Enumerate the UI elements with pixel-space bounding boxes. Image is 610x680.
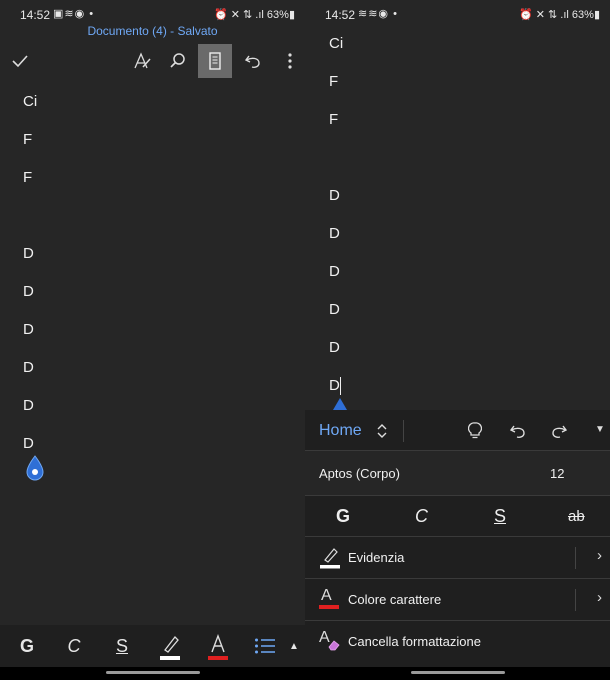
chevron-right-icon[interactable]: › [597, 547, 602, 564]
strikethrough-button[interactable]: ab [568, 508, 585, 525]
lightbulb-icon[interactable] [468, 422, 482, 440]
tab-switch-icon[interactable] [376, 422, 388, 440]
italic-button[interactable]: C [415, 506, 428, 527]
cursor-handle-icon[interactable] [26, 455, 44, 481]
doc-line[interactable]: D [23, 397, 34, 414]
clear-format-label: Cancella formattazione [348, 634, 481, 649]
font-name[interactable]: Aptos (Corpo) [319, 466, 400, 481]
home-gesture-pill[interactable] [105, 671, 200, 674]
right-screen: 14:52 ≋≋◉ • ⏰ ✕ ⇅ .ıl 63%▮ Ci F F D D D … [305, 0, 610, 680]
bottom-format-bar: G C S ▲ [0, 625, 305, 667]
collapse-ribbon-icon[interactable]: ▼ [595, 424, 605, 435]
font-color-label: Colore carattere [348, 592, 442, 607]
undo-icon[interactable] [509, 422, 527, 440]
redo-icon[interactable] [550, 422, 568, 440]
divider [575, 547, 576, 569]
done-check-icon[interactable] [3, 44, 37, 78]
italic-button[interactable]: C [57, 625, 91, 667]
eraser-icon [328, 640, 340, 651]
ribbon-tab-home[interactable]: Home [319, 422, 362, 440]
formatting-ribbon: Home ▼ Aptos (Corpo) 12 G C S ab Evidenz… [305, 410, 610, 667]
search-icon[interactable] [161, 44, 195, 78]
font-color-icon [208, 634, 228, 660]
font-row[interactable]: Aptos (Corpo) 12 [305, 451, 610, 495]
font-color-button[interactable] [201, 625, 235, 667]
highlighter-icon [160, 636, 180, 660]
doc-line[interactable]: D [329, 301, 340, 318]
system-icons: ⏰ ✕ ⇅ .ıl 63%▮ [213, 9, 295, 21]
navigation-bar [305, 667, 610, 680]
doc-line[interactable]: F [329, 73, 338, 90]
doc-line[interactable]: D [329, 263, 340, 280]
doc-line[interactable]: D [329, 187, 340, 204]
text-cursor [340, 377, 341, 395]
doc-line[interactable]: F [329, 111, 338, 128]
doc-line[interactable]: F [23, 131, 32, 148]
status-time: 14:52 [325, 8, 356, 22]
battery-text: 63% [571, 9, 594, 21]
doc-line[interactable]: D [23, 359, 34, 376]
doc-line[interactable]: Ci [329, 35, 343, 52]
highlight-button[interactable] [153, 625, 187, 667]
mobile-view-icon[interactable] [198, 44, 232, 78]
home-gesture-pill[interactable] [410, 671, 505, 674]
doc-line[interactable]: D [23, 321, 34, 338]
more-options-icon[interactable] [273, 44, 305, 78]
highlighter-icon [320, 548, 340, 569]
divider [575, 589, 576, 611]
system-icons: ⏰ ✕ ⇅ .ıl 63%▮ [518, 9, 600, 21]
left-screen: 14:52 ▣≋◉ • ⏰ ✕ ⇅ .ıl 63%▮ Documento (4)… [0, 0, 305, 680]
ribbon-header: Home ▼ [305, 410, 610, 450]
underline-button[interactable]: S [105, 625, 139, 667]
underline-button[interactable]: S [494, 506, 506, 527]
navigation-bar [0, 667, 305, 680]
highlight-menu-item[interactable]: Evidenzia › [305, 537, 610, 578]
status-time: 14:52 [20, 8, 51, 22]
font-size[interactable]: 12 [550, 466, 564, 481]
battery-text: 63% [266, 9, 289, 21]
doc-line[interactable]: Ci [23, 93, 37, 110]
expand-ribbon-icon[interactable]: ▲ [284, 625, 304, 667]
divider [403, 420, 404, 442]
pen-draw-icon[interactable] [125, 44, 159, 78]
doc-line[interactable]: D [329, 339, 340, 356]
list-icon [255, 638, 275, 654]
highlight-label: Evidenzia [348, 550, 405, 565]
notification-icons: ▣≋◉ • [53, 8, 95, 20]
bold-button[interactable]: G [336, 506, 350, 527]
doc-line[interactable]: D [329, 377, 340, 394]
chevron-right-icon[interactable]: › [597, 589, 602, 606]
status-bar: 14:52 ≋≋◉ • ⏰ ✕ ⇅ .ıl 63%▮ [305, 0, 610, 30]
font-color-swatch [319, 605, 339, 609]
top-toolbar [0, 42, 305, 80]
notification-icons: ≋≋◉ • [358, 8, 398, 20]
doc-line[interactable]: F [23, 169, 32, 186]
undo-icon[interactable] [236, 44, 270, 78]
bullet-list-button[interactable] [248, 625, 282, 667]
text-style-row: G C S ab [305, 496, 610, 536]
doc-line[interactable]: D [329, 225, 340, 242]
font-color-menu-item[interactable]: A Colore carattere › [305, 579, 610, 620]
font-color-icon: A [321, 587, 332, 604]
clear-formatting-menu-item[interactable]: A Cancella formattazione [305, 621, 610, 662]
bold-button[interactable]: G [10, 625, 44, 667]
doc-line[interactable]: D [23, 245, 34, 262]
document-title[interactable]: Documento (4) - Salvato [0, 24, 305, 38]
cursor-handle-icon[interactable] [333, 398, 347, 410]
doc-line[interactable]: D [23, 283, 34, 300]
doc-line[interactable]: D [23, 435, 34, 452]
